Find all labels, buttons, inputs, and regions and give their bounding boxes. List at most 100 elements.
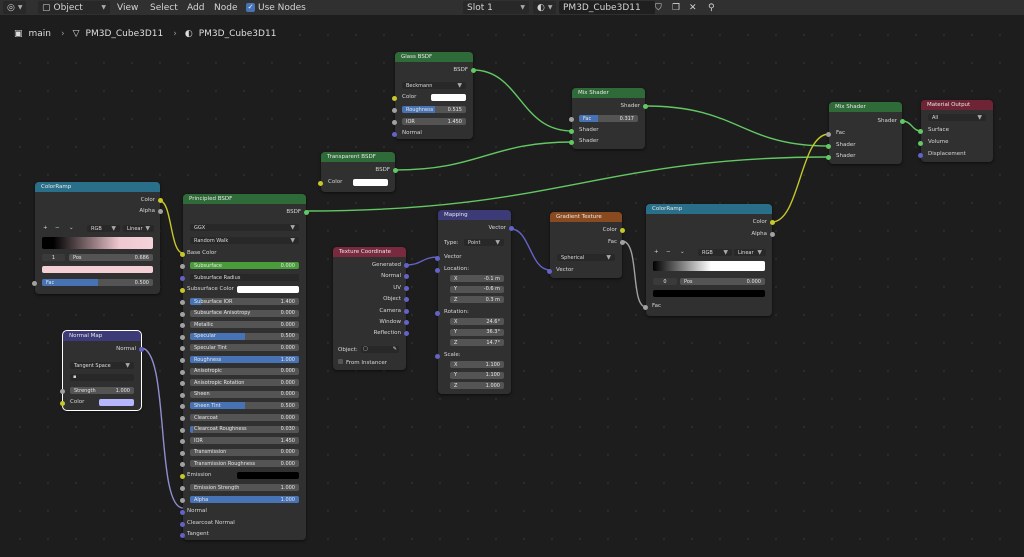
interpolation-dropdown[interactable]: Linear ▼ bbox=[734, 249, 766, 256]
param-field[interactable]: Anisotropic 0.000 bbox=[190, 367, 299, 375]
menu-node[interactable]: Node bbox=[214, 0, 238, 15]
node-header[interactable]: ColorRamp bbox=[35, 182, 160, 192]
input-socket[interactable] bbox=[180, 369, 185, 375]
input-socket[interactable] bbox=[180, 334, 185, 340]
input-socket[interactable] bbox=[547, 269, 552, 274]
object-picker-field[interactable]: ▢ ✎ bbox=[361, 346, 399, 353]
input-socket[interactable] bbox=[180, 252, 185, 257]
input-socket[interactable] bbox=[180, 439, 185, 445]
output-socket[interactable] bbox=[770, 220, 775, 225]
texture-coordinate-node[interactable]: Texture Coordinate Generated Normal UV Obje… bbox=[333, 247, 409, 370]
strength-field[interactable]: Strength 1.000 bbox=[70, 387, 134, 394]
gradient-texture-node[interactable]: Gradient Texture Color Fac Spherical ▼ Ve… bbox=[547, 212, 625, 278]
color-mode-dropdown[interactable]: RGB ▼ bbox=[87, 225, 120, 232]
emission-color-swatch[interactable] bbox=[237, 472, 299, 479]
editor-type-menu[interactable]: ◎ ▼ bbox=[3, 0, 27, 15]
input-socket[interactable] bbox=[435, 268, 440, 273]
gradient-type-dropdown[interactable]: Spherical ▼ bbox=[557, 254, 615, 261]
input-socket[interactable] bbox=[918, 153, 923, 158]
breadcrumb-scene[interactable]: main bbox=[29, 29, 52, 39]
axis-field[interactable]: Y 1.100 bbox=[450, 371, 504, 379]
param-field[interactable]: Clearcoat 0.000 bbox=[190, 414, 299, 421]
input-socket[interactable] bbox=[60, 401, 65, 406]
axis-field[interactable]: Y -0.6 m bbox=[450, 285, 504, 293]
uv-map-field[interactable]: ▪ bbox=[70, 374, 134, 381]
axis-field[interactable]: X 24.6° bbox=[450, 318, 504, 325]
input-socket[interactable] bbox=[392, 120, 397, 125]
target-dropdown[interactable]: All ▼ bbox=[928, 114, 986, 121]
axis-field[interactable]: Z 1.000 bbox=[450, 382, 504, 389]
stop-position-field[interactable]: Pos 0.000 bbox=[680, 278, 765, 285]
param-field[interactable]: Roughness 1.000 bbox=[190, 356, 299, 363]
input-socket[interactable] bbox=[180, 486, 185, 491]
color-ramp-node-2[interactable]: ColorRamp Color Alpha + − ⌄ RGB ▼ Linear ▼… bbox=[643, 204, 775, 316]
gradient-ramp-preview[interactable] bbox=[653, 261, 765, 271]
input-socket[interactable] bbox=[435, 311, 440, 316]
breadcrumb-material[interactable]: PM3D_Cube3D11 bbox=[199, 29, 277, 39]
node-header[interactable]: Gradient Texture bbox=[550, 212, 622, 222]
param-field[interactable]: Specular 0.500 bbox=[190, 332, 299, 340]
node-header[interactable]: Transparent BSDF bbox=[321, 152, 395, 162]
duplicate-material-icon[interactable]: ❐ bbox=[672, 0, 680, 15]
distribution-dropdown[interactable]: GGX ▼ bbox=[190, 224, 299, 231]
add-stop-icon[interactable]: + bbox=[43, 225, 48, 231]
remove-stop-icon[interactable]: − bbox=[55, 225, 60, 231]
add-stop-icon[interactable]: + bbox=[654, 249, 659, 255]
material-output-node[interactable]: Material Output All ▼ Surface Volume Disp… bbox=[918, 100, 993, 162]
input-socket[interactable] bbox=[180, 264, 185, 269]
input-socket[interactable] bbox=[180, 533, 185, 538]
input-socket[interactable] bbox=[180, 311, 185, 317]
param-field[interactable]: Transmission Roughness 0.000 bbox=[190, 460, 299, 468]
node-header[interactable]: Material Output bbox=[921, 100, 993, 110]
param-field[interactable]: Subsurface Anisotropy 0.000 bbox=[190, 309, 299, 317]
param-field[interactable]: Sheen Tint 0.500 bbox=[190, 402, 299, 410]
input-socket[interactable] bbox=[392, 108, 397, 113]
chevron-down-icon[interactable]: ⌄ bbox=[680, 249, 685, 255]
use-nodes-checkbox[interactable]: ✓ Use Nodes bbox=[246, 0, 306, 15]
param-field[interactable]: Transmission 0.000 bbox=[190, 448, 299, 456]
menu-select[interactable]: Select bbox=[150, 0, 178, 15]
input-socket[interactable] bbox=[180, 323, 185, 329]
input-socket[interactable] bbox=[180, 392, 185, 398]
color-swatch[interactable] bbox=[99, 399, 134, 406]
pin-icon[interactable]: ⚲ bbox=[708, 0, 715, 15]
output-socket[interactable] bbox=[620, 228, 625, 233]
input-socket[interactable] bbox=[180, 358, 185, 363]
output-socket[interactable] bbox=[139, 347, 144, 352]
input-socket[interactable] bbox=[180, 288, 185, 293]
input-socket[interactable] bbox=[435, 354, 440, 359]
subsurface-color-swatch[interactable] bbox=[237, 286, 299, 293]
input-socket[interactable] bbox=[435, 256, 440, 261]
input-socket[interactable] bbox=[318, 181, 323, 186]
input-socket[interactable] bbox=[180, 522, 185, 527]
output-socket[interactable] bbox=[404, 263, 409, 268]
stop-color-swatch[interactable] bbox=[42, 266, 153, 273]
emission-strength-field[interactable]: Emission Strength 1.000 bbox=[190, 484, 299, 491]
input-socket[interactable] bbox=[643, 305, 648, 310]
output-socket[interactable] bbox=[158, 209, 163, 214]
menu-add[interactable]: Add bbox=[187, 0, 204, 15]
stop-index-field[interactable]: 0 bbox=[653, 278, 677, 285]
input-socket[interactable] bbox=[826, 155, 831, 160]
param-field[interactable]: Specular Tint 0.000 bbox=[190, 344, 299, 352]
input-socket[interactable] bbox=[180, 404, 185, 410]
mapping-type-dropdown[interactable]: Point ▼ bbox=[464, 239, 504, 246]
material-browse-button[interactable]: ◐ ▼ bbox=[533, 0, 557, 15]
input-socket[interactable] bbox=[180, 427, 185, 433]
object-mode-dropdown[interactable]: ▢ Object ▼ bbox=[38, 0, 110, 15]
input-socket[interactable] bbox=[392, 96, 397, 101]
input-socket[interactable] bbox=[180, 300, 185, 305]
principled-bsdf-node[interactable]: Principled BSDF BSDF GGX ▼ Random Walk ▼ B… bbox=[180, 194, 309, 540]
output-socket[interactable] bbox=[900, 119, 905, 124]
input-socket[interactable] bbox=[569, 140, 574, 145]
input-socket[interactable] bbox=[569, 117, 574, 122]
input-socket[interactable] bbox=[180, 450, 185, 456]
color-swatch[interactable] bbox=[431, 94, 466, 101]
mix-shader-node[interactable]: Mix Shader Shader Fac 0.317 Shader Shader bbox=[569, 88, 648, 149]
axis-field[interactable]: Z 0.3 m bbox=[450, 296, 504, 303]
param-field[interactable]: Subsurface IOR 1.400 bbox=[190, 298, 299, 305]
roughness-slider[interactable]: Roughness 0.515 bbox=[402, 106, 466, 113]
input-socket[interactable] bbox=[32, 281, 37, 286]
distribution-dropdown[interactable]: Beckmann ▼ bbox=[402, 82, 466, 89]
output-socket[interactable] bbox=[643, 104, 648, 109]
